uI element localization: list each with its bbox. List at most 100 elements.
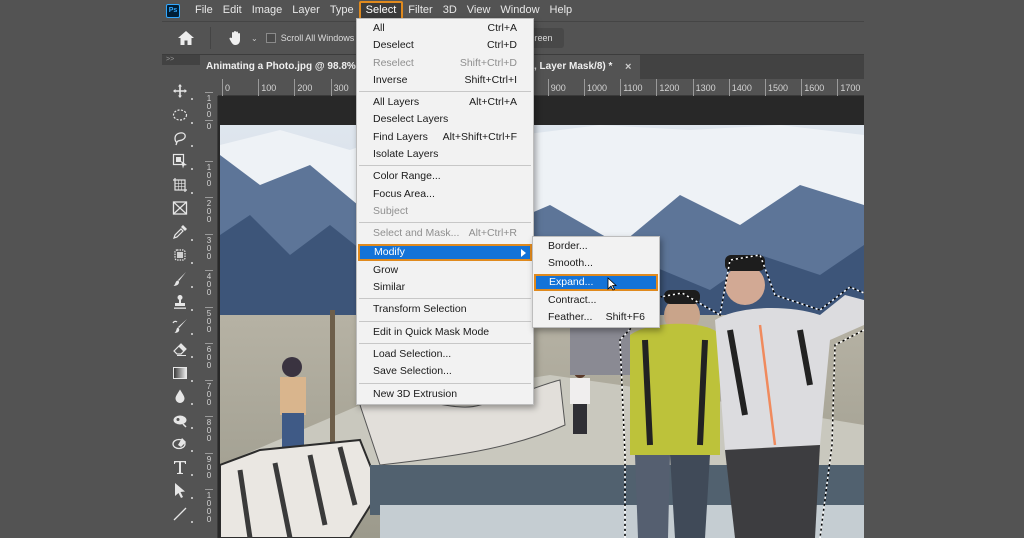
menu-item-shortcut: Shift+Ctrl+I	[464, 73, 517, 86]
menu-item-deselect[interactable]: Deselect Ctrl+D	[357, 37, 533, 54]
ruler-tick-label: 300	[330, 79, 349, 96]
healing-brush-tool-icon[interactable]	[169, 245, 193, 265]
toolbar-collapse-button[interactable]: >>	[162, 55, 200, 65]
move-tool-icon[interactable]	[169, 81, 193, 101]
ruler-tick-label: 1000	[205, 489, 213, 524]
menu-item-inverse[interactable]: Inverse Shift+Ctrl+I	[357, 72, 533, 89]
clone-stamp-tool-icon[interactable]	[169, 292, 193, 312]
ruler-tick-label: 200	[294, 79, 312, 96]
ruler-tick-label: 1600	[801, 79, 824, 96]
ruler-tick-label: 0	[222, 79, 230, 96]
pen-tool-icon[interactable]	[169, 433, 193, 453]
menu-item-select-and-mask[interactable]: Select and Mask... Alt+Ctrl+R	[357, 225, 533, 242]
menu-file[interactable]: File	[190, 1, 218, 20]
ruler-tick-label: 400	[205, 270, 213, 297]
submenu-item-expand[interactable]: Expand...	[534, 273, 658, 291]
menu-item-shortcut: Alt+Shift+Ctrl+F	[442, 130, 517, 143]
tools-panel	[162, 65, 200, 538]
blur-tool-icon[interactable]	[169, 386, 193, 406]
left-backdrop	[0, 0, 162, 538]
menu-item-reselect[interactable]: Reselect Shift+Ctrl+D	[357, 55, 533, 72]
submenu-arrow-icon	[521, 248, 526, 257]
vertical-ruler[interactable]: 100 0 100 200 300 400 500 600 700 800 900 1000	[200, 92, 218, 538]
chevron-down-icon[interactable]: ⌄	[251, 34, 258, 43]
eyedropper-tool-icon[interactable]	[169, 222, 193, 242]
menu-item-isolate-layers[interactable]: Isolate Layers	[357, 146, 533, 163]
menu-item-all[interactable]: All Ctrl+A	[357, 20, 533, 37]
history-brush-tool-icon[interactable]	[169, 316, 193, 336]
menu-help[interactable]: Help	[545, 1, 578, 20]
lasso-tool-icon[interactable]	[169, 128, 193, 148]
menu-item-focus-area[interactable]: Focus Area...	[357, 186, 533, 203]
frame-tool-icon[interactable]	[169, 198, 191, 218]
menu-item-shortcut: Ctrl+A	[487, 22, 517, 34]
menu-item-transform-selection[interactable]: Transform Selection	[357, 301, 533, 318]
menu-type[interactable]: Type	[325, 1, 359, 20]
divider	[210, 27, 211, 49]
menu-item-grow[interactable]: Grow	[357, 262, 533, 279]
menu-image[interactable]: Image	[247, 1, 288, 20]
menu-item-load-selection[interactable]: Load Selection...	[357, 346, 533, 363]
photo-canvas[interactable]	[220, 125, 864, 538]
menu-item-shortcut: Shift+F6	[605, 311, 645, 324]
ruler-tick-label: 1200	[656, 79, 679, 96]
submenu-item-feather[interactable]: Feather... Shift+F6	[533, 309, 659, 326]
menu-item-subject[interactable]: Subject	[357, 203, 533, 220]
menu-separator	[359, 382, 531, 384]
object-selection-tool-icon[interactable]	[169, 151, 193, 171]
menu-item-new-3d-extrusion[interactable]: New 3D Extrusion	[357, 386, 533, 403]
menu-item-label: Edit in Quick Mask Mode	[373, 325, 490, 338]
eraser-tool-icon[interactable]	[169, 339, 193, 359]
ruler-tick-label: 300	[205, 233, 213, 261]
menu-item-label: Similar	[373, 281, 406, 294]
menu-item-color-range[interactable]: Color Range...	[357, 168, 533, 185]
menu-separator	[359, 343, 531, 345]
home-icon[interactable]	[176, 28, 196, 48]
menu-item-deselect-layers[interactable]: Deselect Layers	[357, 111, 533, 128]
ruler-tick-label: 200	[205, 197, 213, 224]
menu-item-modify[interactable]: Modify	[358, 243, 532, 261]
elliptical-marquee-tool-icon[interactable]	[169, 105, 193, 125]
right-backdrop	[864, 0, 1024, 538]
submenu-item-border[interactable]: Border...	[533, 238, 659, 255]
scroll-all-windows-checkbox[interactable]	[265, 33, 276, 43]
crop-tool-icon[interactable]	[169, 175, 193, 195]
type-tool-icon[interactable]	[169, 457, 193, 477]
submenu-item-contract[interactable]: Contract...	[533, 292, 659, 309]
menu-layer[interactable]: Layer	[287, 1, 325, 20]
scroll-all-windows-label: Scroll All Windows	[280, 33, 355, 43]
menu-item-label: Expand...	[549, 275, 594, 288]
menu-item-save-selection[interactable]: Save Selection...	[357, 363, 533, 380]
line-tool-icon[interactable]	[169, 504, 193, 524]
menu-item-edit-in-quick-mask-mode[interactable]: Edit in Quick Mask Mode	[357, 324, 533, 341]
menu-item-shortcut: Shift+Ctrl+D	[459, 56, 517, 69]
ruler-tick-label: 1700	[837, 79, 860, 96]
menu-item-label: Modify	[374, 245, 405, 258]
path-selection-tool-icon[interactable]	[169, 480, 193, 500]
menu-item-label: Transform Selection	[373, 303, 467, 316]
menu-item-label: Deselect	[373, 39, 414, 52]
ruler-tick-label: 1100	[620, 79, 643, 96]
menu-separator	[359, 165, 531, 167]
menu-item-label: All	[373, 22, 385, 34]
gradient-tool-icon[interactable]	[169, 363, 193, 383]
pole	[330, 310, 335, 450]
ruler-tick-label: 1000	[584, 79, 607, 96]
brush-tool-icon[interactable]	[169, 269, 193, 289]
menu-item-all-layers[interactable]: All Layers Alt+Ctrl+A	[357, 94, 533, 111]
ruler-tick-label: 0	[205, 120, 213, 131]
horizontal-ruler[interactable]: 0100200300400500600700800900100011001200…	[218, 79, 864, 96]
menu-separator	[359, 222, 531, 224]
menu-item-similar[interactable]: Similar	[357, 279, 533, 296]
menu-item-label: Smooth...	[548, 257, 593, 270]
hand-tool-icon[interactable]	[227, 29, 245, 47]
dodge-tool-icon[interactable]	[169, 410, 193, 430]
menu-item-find-layers[interactable]: Find Layers Alt+Shift+Ctrl+F	[357, 129, 533, 146]
ruler-tick-label: 100	[258, 79, 276, 96]
mouse-cursor-icon	[607, 277, 617, 291]
submenu-item-smooth[interactable]: Smooth...	[533, 255, 659, 272]
close-tab-icon[interactable]: ×	[625, 55, 631, 79]
ruler-tick-label: 100	[205, 160, 213, 188]
ruler-tick-label: 1400	[728, 79, 752, 96]
menu-edit[interactable]: Edit	[218, 1, 247, 20]
